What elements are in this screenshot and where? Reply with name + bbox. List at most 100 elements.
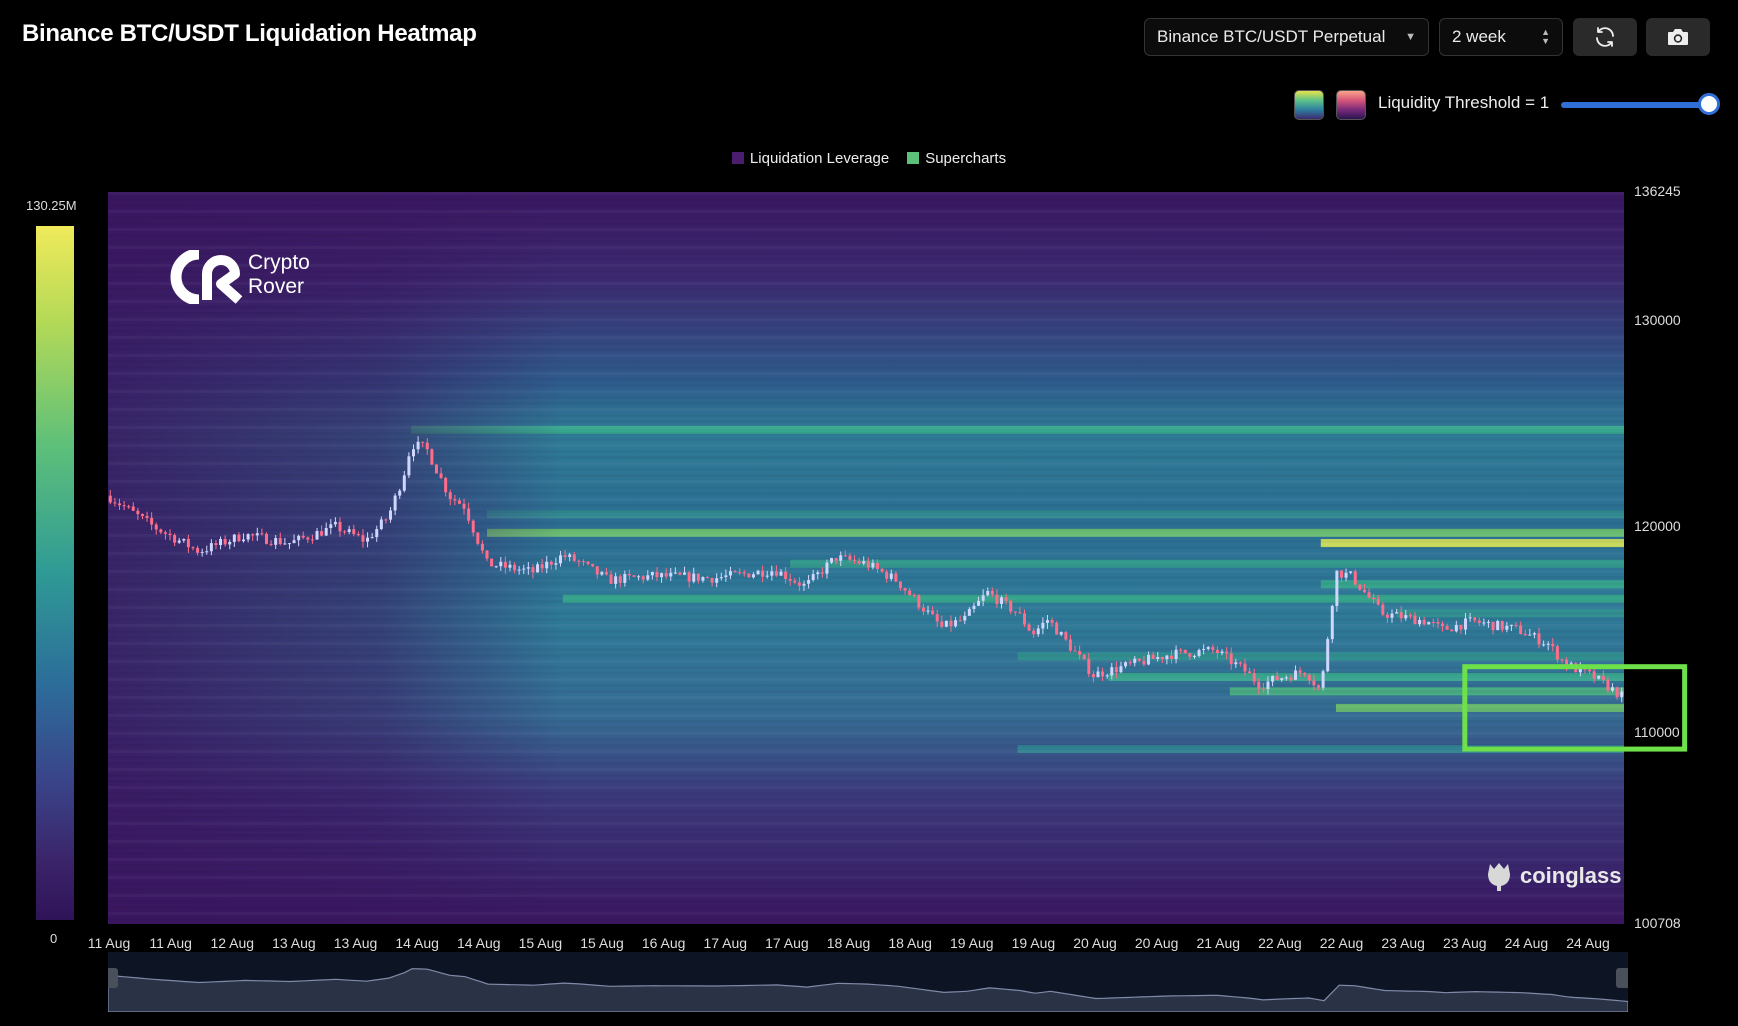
candle-body (540, 564, 544, 569)
heatmap-plot[interactable] (108, 192, 1624, 924)
heatmap-stripe (108, 600, 1624, 603)
candle-body (1091, 674, 1095, 678)
candle-body (269, 543, 273, 545)
candle-body (421, 441, 425, 443)
heatmap-stripe (108, 462, 1624, 465)
candle-body (1514, 624, 1518, 626)
candle-body (338, 521, 342, 532)
candle-body (917, 595, 921, 608)
candle-body (145, 515, 149, 518)
candle-body (866, 561, 870, 568)
candle-body (1271, 675, 1275, 682)
threshold-slider-track[interactable] (1561, 102, 1709, 108)
candle-body (1519, 625, 1523, 634)
heatmap-stripe (108, 294, 1624, 297)
candle-body (807, 580, 811, 584)
candle-body (1399, 612, 1403, 619)
candle-body (361, 535, 365, 542)
heatmap-stripe (108, 678, 1624, 681)
candle-body (903, 588, 907, 591)
period-select[interactable]: 2 week ▲ ▼ (1439, 18, 1563, 56)
heatmap-stripe (108, 264, 1624, 267)
heatmap-stripe (108, 444, 1624, 447)
navigator-handle-left[interactable] (108, 968, 118, 988)
candle-body (1367, 592, 1371, 598)
candle-body (967, 608, 971, 616)
candle-body (1459, 624, 1463, 630)
candle-body (751, 574, 755, 578)
candle-body (255, 533, 259, 536)
legend-swatch (731, 152, 744, 164)
candle-body (1142, 660, 1146, 665)
candle-body (306, 537, 310, 540)
candle-body (375, 529, 379, 538)
heatmap-stripe (108, 870, 1624, 873)
candle-body (1620, 691, 1624, 698)
heatmap-stripe (108, 378, 1624, 381)
x-tick-label: 13 Aug (272, 935, 316, 951)
candle-body (545, 561, 549, 569)
candle-body (1482, 622, 1486, 624)
candle-body (1312, 680, 1316, 686)
time-navigator[interactable] (108, 952, 1628, 1012)
candle-body (1307, 674, 1311, 681)
candle-body (572, 554, 576, 561)
heatmap-stripe (108, 360, 1624, 363)
candle-body (614, 576, 618, 584)
candle-body (1197, 650, 1201, 656)
heatmap-stripe (108, 324, 1624, 327)
heatmap-stripe (108, 690, 1624, 693)
candle-body (1009, 600, 1013, 612)
candle-body (1188, 653, 1192, 657)
heatmap-stripe (108, 768, 1624, 771)
heatmap-stripe (108, 402, 1624, 405)
x-tick-label: 18 Aug (888, 935, 932, 951)
candle-body (1096, 671, 1100, 678)
heatmap-stripe (108, 666, 1624, 669)
threshold-slider-handle[interactable] (1698, 93, 1720, 115)
candle-body (379, 519, 383, 530)
candle-body (650, 572, 654, 576)
candle-body (1358, 584, 1362, 590)
heatmap-stripe (108, 810, 1624, 813)
candle-body (581, 561, 585, 563)
candle-body (843, 555, 847, 557)
legend-item-liquidation-leverage[interactable]: Liquidation Leverage (731, 150, 889, 167)
heatmap-stripe (108, 192, 1624, 195)
candle-body (1174, 649, 1178, 660)
navigator-handle-right[interactable] (1616, 968, 1628, 988)
heatmap-stripe (108, 888, 1624, 891)
heatmap-stripe (108, 408, 1624, 411)
heatmap-stripe (108, 252, 1624, 255)
magma-palette-button[interactable] (1336, 90, 1366, 120)
candle-body (1068, 639, 1072, 651)
x-tick-label: 22 Aug (1319, 935, 1364, 951)
heatmap-stripe (108, 414, 1624, 417)
candle-body (1160, 657, 1164, 660)
heatmap-stripe (108, 822, 1624, 825)
heatmap-stripe (108, 834, 1624, 837)
x-tick-label: 12 Aug (210, 935, 255, 951)
exchange-select[interactable]: Binance BTC/USDT Perpetual ▼ (1144, 18, 1429, 56)
refresh-button[interactable] (1573, 18, 1637, 56)
candle-body (1238, 662, 1242, 664)
heatmap-stripe (108, 672, 1624, 675)
heatmap-stripe (108, 390, 1624, 393)
heatmap-stripe (108, 846, 1624, 849)
candle-body (526, 567, 530, 569)
candle-body (784, 571, 788, 579)
screenshot-button[interactable] (1646, 18, 1710, 56)
candle-body (439, 473, 443, 478)
heatmap-stripe (108, 348, 1624, 351)
candle-body (430, 449, 434, 465)
candle-body (1321, 671, 1325, 688)
logo-line2: Rover (248, 275, 305, 298)
candle-body (1257, 681, 1261, 689)
viridis-palette-button[interactable] (1294, 90, 1324, 120)
heatmap-stripe (108, 750, 1624, 753)
candle-body (954, 620, 958, 627)
legend-item-supercharts[interactable]: Supercharts (907, 150, 1006, 167)
x-tick-label: 24 Aug (1504, 935, 1549, 951)
candle-body (1275, 675, 1279, 680)
candle-body (1606, 679, 1610, 691)
